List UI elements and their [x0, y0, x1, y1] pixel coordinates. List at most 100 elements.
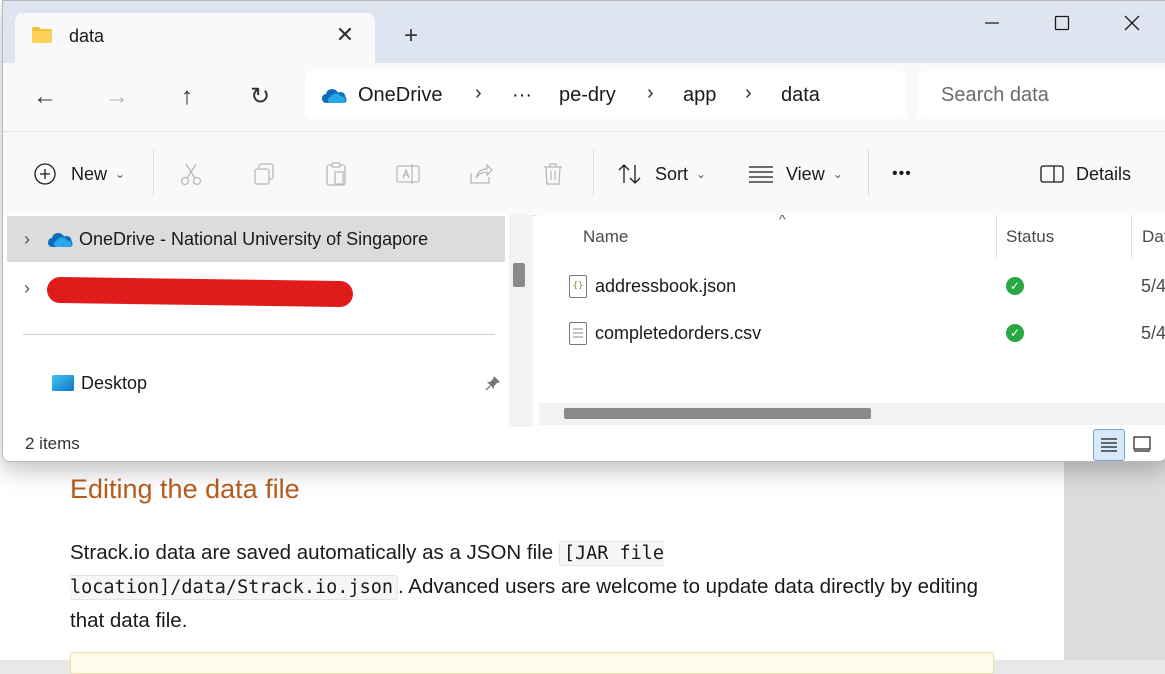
new-button[interactable]: New ⌄ [33, 156, 125, 192]
new-tab-button[interactable]: + [398, 23, 424, 49]
navigation-pane: › OneDrive - National University of Sing… [3, 215, 533, 427]
tab-title: data [69, 26, 105, 46]
synced-check-icon: ✓ [1006, 277, 1024, 295]
synced-check-icon: ✓ [1006, 324, 1024, 342]
close-icon [1124, 15, 1140, 31]
rename-icon [396, 164, 420, 184]
file-list-pane: ^ Name Status Dat {} addressbook.json ✓ … [537, 215, 1165, 427]
address-bar[interactable]: OneDrive › ··· pe-dry › app › data [305, 71, 906, 119]
scissors-icon [180, 163, 202, 186]
search-input[interactable]: Search data [918, 71, 1165, 119]
maximize-button[interactable] [1042, 13, 1082, 37]
details-view-button[interactable] [1093, 429, 1125, 461]
tiles-view-button[interactable] [1127, 429, 1157, 459]
sort-label: Sort [655, 163, 689, 184]
chevron-down-icon: ⌄ [115, 167, 126, 181]
file-date: 5/4 [1141, 276, 1165, 296]
section-heading: Editing the data file [70, 474, 300, 504]
file-explorer-window: data ✕ + ← → ↑ ↻ OneDrive › ··· pe-dry › [2, 0, 1165, 462]
details-label: Details [1076, 163, 1132, 184]
breadcrumb-onedrive[interactable]: OneDrive [358, 84, 442, 107]
details-pane-icon [1040, 165, 1064, 183]
nav-scrollbar-track[interactable] [509, 215, 533, 427]
close-window-button[interactable] [1112, 13, 1152, 37]
file-row[interactable]: {} addressbook.json ✓ 5/4 [537, 264, 1165, 310]
file-row[interactable]: completedorders.csv ✓ 5/4 [537, 311, 1165, 357]
command-bar: New ⌄ Sort ⌄ View ⌄ ••• Details [3, 131, 1165, 216]
chevron-down-icon: ⌄ [696, 167, 707, 181]
column-header-status[interactable]: Status [1006, 227, 1054, 247]
view-button[interactable]: View ⌄ [748, 156, 843, 192]
onedrive-cloud-icon [48, 233, 73, 247]
title-bar: data ✕ + [3, 1, 1165, 63]
breadcrumb-separator[interactable]: › [745, 82, 752, 105]
nav-scrollbar-thumb[interactable] [513, 263, 525, 287]
maximize-icon [1054, 15, 1070, 31]
preview-view-icon [1133, 436, 1151, 452]
paste-button[interactable] [323, 156, 349, 192]
breadcrumb-data[interactable]: data [781, 84, 820, 107]
redaction-mark [46, 276, 354, 308]
copy-icon [254, 163, 274, 185]
tab-data[interactable]: data ✕ [15, 13, 375, 63]
forward-button[interactable]: → [101, 83, 133, 111]
close-tab-icon[interactable]: ✕ [333, 23, 357, 47]
folder-icon [32, 27, 52, 43]
sort-button[interactable]: Sort ⌄ [617, 156, 706, 192]
breadcrumb-more[interactable]: ··· [512, 84, 532, 107]
breadcrumb-pe-dry[interactable]: pe-dry [559, 84, 616, 107]
nav-item-label: Desktop [81, 372, 148, 393]
share-button[interactable] [468, 156, 494, 192]
breadcrumb-separator[interactable]: › [647, 82, 654, 105]
sort-icon [618, 164, 641, 184]
item-count: 2 items [25, 434, 80, 453]
desktop-folder-icon [52, 375, 74, 391]
back-button[interactable]: ← [29, 83, 61, 111]
clipboard-icon [326, 162, 346, 186]
nav-item-label: OneDrive - National University of Singap… [79, 228, 429, 249]
paragraph-text-start: Strack.io data are saved automatically a… [70, 541, 559, 564]
column-header-name[interactable]: Name [583, 227, 628, 247]
refresh-button[interactable]: ↻ [244, 83, 276, 111]
share-icon [470, 163, 493, 184]
details-button[interactable]: Details [1040, 156, 1131, 192]
view-label: View [786, 163, 825, 184]
plus-circle-icon [34, 163, 56, 185]
trash-icon [544, 163, 562, 185]
more-options-button[interactable]: ••• [892, 156, 912, 192]
breadcrumb-app[interactable]: app [683, 84, 716, 107]
breadcrumb-separator[interactable]: › [475, 82, 482, 105]
section-paragraph: Strack.io data are saved automatically a… [70, 536, 1000, 637]
toolbar-divider [593, 150, 594, 196]
nav-item-onedrive-nus[interactable]: › OneDrive - National University of Sing… [7, 216, 505, 262]
json-file-icon: {} [569, 275, 587, 298]
horizontal-scrollbar-thumb[interactable] [564, 408, 871, 419]
file-name: completedorders.csv [595, 323, 762, 343]
nav-item-desktop[interactable]: Desktop [7, 360, 505, 406]
minimize-button[interactable] [972, 13, 1012, 37]
column-divider[interactable] [996, 215, 997, 259]
file-date: 5/4 [1141, 323, 1165, 343]
onedrive-cloud-icon [322, 89, 347, 103]
file-name: addressbook.json [595, 276, 737, 296]
sort-ascending-icon: ^ [779, 215, 786, 227]
note-box [70, 652, 994, 674]
navigation-bar: ← → ↑ ↻ OneDrive › ··· pe-dry › app › da… [3, 63, 1165, 131]
text-file-icon [569, 322, 587, 345]
nav-divider [23, 334, 495, 335]
column-divider[interactable] [1131, 215, 1132, 259]
expand-chevron-icon[interactable]: › [7, 278, 47, 299]
view-icon [749, 166, 773, 183]
up-button[interactable]: ↑ [171, 83, 203, 111]
copy-button[interactable] [251, 156, 277, 192]
pin-icon[interactable] [485, 375, 501, 391]
list-view-icon [1101, 438, 1117, 452]
column-header-date[interactable]: Dat [1142, 227, 1165, 247]
expand-chevron-icon[interactable]: › [7, 229, 47, 250]
toolbar-divider [868, 150, 869, 196]
new-label: New [71, 163, 108, 184]
toolbar-divider [153, 150, 154, 196]
rename-button[interactable] [395, 156, 421, 192]
cut-button[interactable] [178, 156, 204, 192]
delete-button[interactable] [540, 156, 566, 192]
